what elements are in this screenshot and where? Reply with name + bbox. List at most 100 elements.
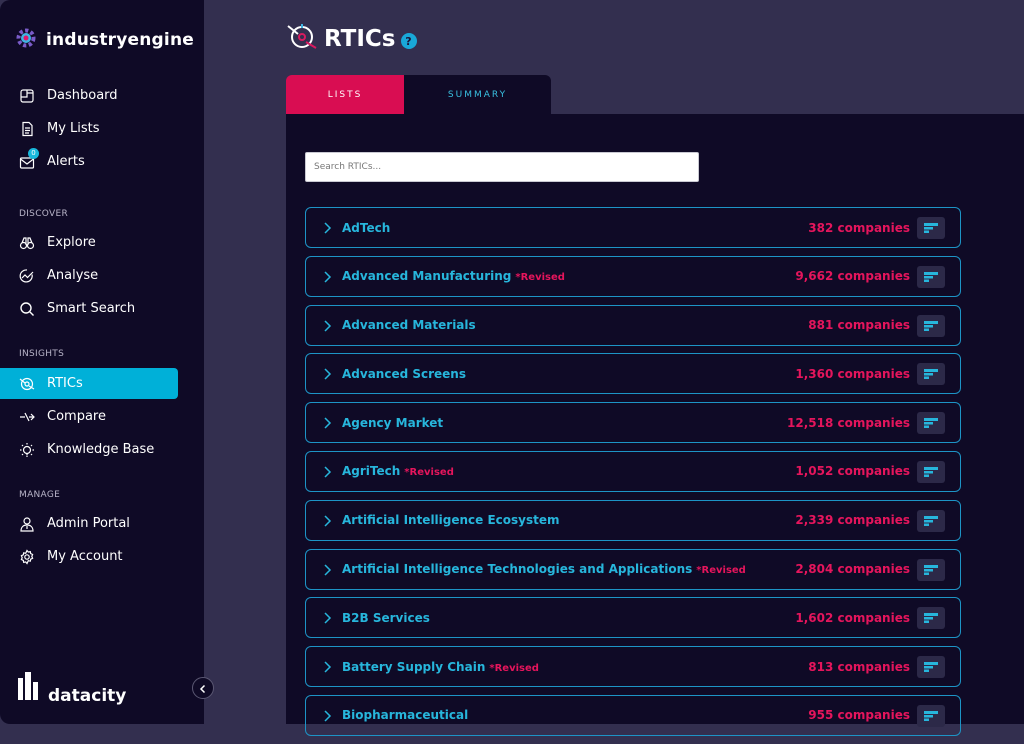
rtic-title-icon [286,22,318,56]
chevron-right-icon [324,222,332,234]
bulb-icon [19,442,35,458]
sidebar-item-rtics[interactable]: RTICs [0,368,178,399]
rtic-chart-button[interactable] [917,265,945,288]
rtic-chart-button[interactable] [917,217,945,239]
sidebar-item-dashboard[interactable]: Dashboard [0,80,178,111]
rtic-lists-panel: AdTech 382 companies Advanced Manufacturin… [286,114,1024,736]
chevron-right-icon [324,466,332,478]
cog-logo-icon [14,26,38,54]
rtic-chart-button[interactable] [917,314,945,337]
rtic-name-text: AgriTech [342,464,401,479]
rtic-name[interactable]: Advanced Materials [342,318,480,332]
rtic-name[interactable]: Advanced Manufacturing *Revised [342,269,565,283]
bar-chart-icon [924,418,938,429]
rtic-name-text: Advanced Screens [342,366,466,381]
sidebar-item-label: Smart Search [47,301,136,316]
sidebar-item-label: Compare [47,409,106,424]
chevron-right-icon [324,564,332,576]
chevron-right-icon [324,417,332,429]
rtic-name-text: AdTech [342,220,391,235]
industryengine-logo[interactable]: industryengine [14,26,194,54]
rtic-name-text: Advanced Materials [342,318,476,333]
rtic-chart-button[interactable] [917,460,945,483]
datacity-logo: datacity [18,672,127,706]
tab-summary[interactable]: SUMMARY [404,75,551,114]
rtic-row[interactable]: AdTech 382 companies [305,207,961,248]
sidebar-item-smart-search[interactable]: Smart Search [0,293,178,324]
sidebar-item-label: My Lists [47,121,100,136]
datacity-name: datacity [48,686,127,706]
company-count: 1,602 companies [795,610,910,625]
sidebar-item-alerts[interactable]: 0 Alerts [0,146,178,177]
sidebar-item-my-account[interactable]: My Account [0,541,178,572]
rtic-row[interactable]: Advanced Screens 1,360 companies [305,353,961,395]
sidebar-item-label: Admin Portal [47,516,130,531]
rtic-row[interactable]: Biopharmaceutical 955 companies [305,694,961,736]
revised-tag: *Revised [404,467,454,479]
alerts-badge: 0 [28,147,39,159]
tab-bar: LISTS SUMMARY [286,75,551,114]
analyse-icon [19,268,35,284]
sidebar-item-label: Analyse [47,268,99,283]
rtic-row[interactable]: Artificial Intelligence Ecosystem 2,339 c… [305,499,961,541]
rtic-name[interactable]: Biopharmaceutical [342,708,472,722]
rtic-chart-button[interactable] [917,509,945,532]
sidebar-item-knowledge-base[interactable]: Knowledge Base [0,434,178,465]
chevron-right-icon [324,320,332,332]
rtic-row[interactable]: B2B Services 1,602 companies [305,597,961,639]
revised-tag: *Revised [515,272,565,284]
list-icon [19,121,35,137]
rtic-name[interactable]: Agency Market [342,416,447,430]
rtic-name[interactable]: Artificial Intelligence Technologies and… [342,562,746,576]
tab-lists[interactable]: LISTS [286,75,404,114]
binoculars-icon [19,235,35,251]
rtic-name[interactable]: Advanced Screens [342,367,470,381]
rtic-chart-button[interactable] [917,363,945,386]
rtic-chart-button[interactable] [917,607,945,630]
rtic-name[interactable]: AgriTech *Revised [342,464,454,478]
revised-tag: *Revised [489,662,539,674]
collapse-sidebar-button[interactable] [192,677,214,699]
rtic-name-text: Biopharmaceutical [342,708,469,723]
rtic-row[interactable]: Advanced Materials 881 companies [305,304,961,346]
rtic-name[interactable]: AdTech [342,221,394,235]
sidebar-item-label: Knowledge Base [47,442,155,457]
sidebar-item-label: RTICs [47,376,83,391]
page-title: RTICs [324,26,396,52]
section-label-insights: INSIGHTS [19,349,65,359]
chevron-right-icon [324,515,332,527]
rtic-row[interactable]: Advanced Manufacturing *Revised 9,662 comp… [305,255,961,297]
section-label-manage: MANAGE [19,490,61,500]
rtic-chart-button[interactable] [917,558,945,581]
sidebar-item-label: Alerts [47,154,85,169]
rtic-row[interactable]: Battery Supply Chain *Revised 813 companie… [305,646,961,688]
sidebar-item-compare[interactable]: Compare [0,401,178,432]
chevron-right-icon [324,368,332,380]
bar-chart-icon [924,223,938,233]
help-icon[interactable]: ? [400,33,417,49]
sidebar: industryengine Dashboard My Lists 0 Aler… [0,0,204,724]
search-input[interactable] [305,152,699,182]
sidebar-item-label: Dashboard [47,88,118,103]
rtic-row[interactable]: Artificial Intelligence Technologies and… [305,548,961,590]
rtic-name[interactable]: Battery Supply Chain *Revised [342,660,539,674]
chevron-right-icon [324,661,332,673]
rtic-row[interactable]: AgriTech *Revised 1,052 companies [305,450,961,492]
page-header: RTICs ? [286,22,417,56]
rtic-chart-button[interactable] [917,656,945,679]
section-label-discover: DISCOVER [19,209,69,219]
company-count: 2,804 companies [795,562,910,577]
company-count: 1,360 companies [795,366,910,381]
bar-chart-icon [924,320,938,331]
rtic-name[interactable]: Artificial Intelligence Ecosystem [342,513,564,527]
rtic-name[interactable]: B2B Services [342,611,434,625]
sidebar-item-explore[interactable]: Explore [0,227,178,258]
bar-chart-icon [924,613,938,624]
company-count: 813 companies [808,659,910,674]
sidebar-item-analyse[interactable]: Analyse [0,260,178,291]
company-count: 382 companies [808,220,910,235]
rtic-chart-button[interactable] [917,412,945,435]
rtic-row[interactable]: Agency Market 12,518 companies [305,402,961,444]
sidebar-item-admin-portal[interactable]: Admin Portal [0,508,178,539]
sidebar-item-my-lists[interactable]: My Lists [0,113,178,144]
